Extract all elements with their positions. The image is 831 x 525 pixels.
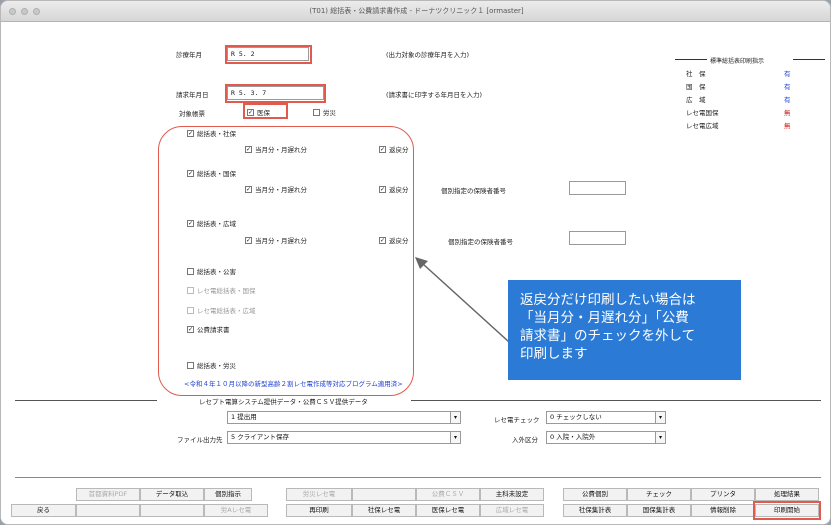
resaden-kokuho-checkbox[interactable]: レセ電総括表・国保 <box>187 285 256 295</box>
kokuho-tougetsu-checkbox[interactable]: ✓ 当月分・月遅れ分 <box>245 184 307 194</box>
panel-row-value: 有 <box>784 83 791 91</box>
resaden-kouiki-checkbox[interactable]: レセ電総括表・広域 <box>187 305 256 315</box>
panel-row-label: レセ電広域 <box>686 122 719 130</box>
window-title: (T01) 総括表・公費請求書作成 - ドーナツクリニック１ [ormaster… <box>309 7 524 15</box>
kouhi-seikyu-checkbox[interactable]: ✓ 公費請求書 <box>187 324 230 334</box>
shaho-resaden-button[interactable]: 社保レセ電 <box>352 504 416 517</box>
fkey-kouhi-kobetsu[interactable]: 公費個別 <box>563 488 627 501</box>
kouiki-henrei-checkbox[interactable]: ✓ 返戻分 <box>379 235 409 245</box>
shinryo-label: 診療年月 <box>176 51 202 59</box>
chevron-down-icon: ▾ <box>655 432 665 443</box>
panel-row-value: 有 <box>784 96 791 104</box>
kouiki-kobetsu-label: 個別指定の保険者番号 <box>448 238 513 246</box>
panel-row-value: 無 <box>784 109 791 117</box>
panel-row-label: 国 保 <box>686 83 706 91</box>
fkey-empty-1[interactable] <box>76 504 140 517</box>
kokuho-shukei-button[interactable]: 国保集計表 <box>627 504 691 517</box>
kokuho-checkbox[interactable]: ✓ 総括表・国保 <box>187 168 236 178</box>
shaho-henrei-checkbox[interactable]: ✓ 返戻分 <box>379 144 409 154</box>
kouiki-tougetsu-checkbox[interactable]: ✓ 当月分・月遅れ分 <box>245 235 307 245</box>
chevron-down-icon: ▾ <box>655 412 665 423</box>
print-instruction-panel: 標準総括表印刷指示 社 保 有 国 保 有 広 域 有 レセ電国保 無 レセ電広… <box>672 54 826 132</box>
chevron-down-icon: ▾ <box>450 432 460 443</box>
fkey-shuka-misettei[interactable]: 主科未設定 <box>480 488 544 501</box>
fkey-rou-a-resaden[interactable]: 労Aレセ電 <box>204 504 268 517</box>
back-button[interactable]: 戻る <box>11 504 76 517</box>
kokuho-kobetsu-label: 個別指定の保険者番号 <box>441 187 506 195</box>
highlight-region <box>158 126 414 396</box>
shaho-checkbox[interactable]: ✓ 総括表・社保 <box>187 128 236 138</box>
app-window: (T01) 総括表・公費請求書作成 - ドーナツクリニック１ [ormaster… <box>0 0 831 525</box>
kougai-checkbox[interactable]: 総括表・公害 <box>187 266 236 276</box>
nyugai-label: 入外区分 <box>512 436 538 444</box>
seikyu-note: (請求書に印字する年月日を入力) <box>386 91 483 99</box>
title-bar: (T01) 総括表・公費請求書作成 - ドーナツクリニック１ [ormaster… <box>1 1 830 22</box>
resaden-check-select[interactable]: 0 チェックしない ▾ <box>546 411 666 424</box>
fkey-printer[interactable]: プリンタ <box>691 488 755 501</box>
highlight-box <box>753 501 821 520</box>
highlight-box <box>225 45 312 64</box>
resaden-check-label: レセ電チェック <box>494 416 540 424</box>
taisho-label: 対象帳票 <box>179 110 205 118</box>
shinryo-note: (出力対象の診療年月を入力) <box>386 51 470 59</box>
shaho-tougetsu-checkbox[interactable]: ✓ 当月分・月遅れ分 <box>245 144 307 154</box>
fkey-empty-2[interactable] <box>140 504 204 517</box>
kouiki-resaden-button[interactable]: 広域レセ電 <box>480 504 544 517</box>
fkey-check[interactable]: チェック <box>627 488 691 501</box>
arrow-icon <box>415 257 510 343</box>
panel-row-label: レセ電国保 <box>686 109 719 117</box>
fkey-kobetsu[interactable]: 個別指示 <box>204 488 252 501</box>
panel-row-value: 無 <box>784 122 791 130</box>
kouiki-checkbox[interactable]: ✓ 総括表・広域 <box>187 218 236 228</box>
fkey-result[interactable]: 処理結果 <box>755 488 819 501</box>
program-notice: <令和４年１０月以降の新型高齢２割レセ電作成等対応プログラム適用済> <box>184 380 403 388</box>
shaho-shukei-button[interactable]: 社保集計表 <box>563 504 627 517</box>
iho-resaden-button[interactable]: 医保レセ電 <box>416 504 480 517</box>
fkey-data-import[interactable]: データ取込 <box>140 488 204 501</box>
panel-row-label: 広 域 <box>686 96 706 104</box>
teishutsu-select[interactable]: 1 提出用 ▾ <box>227 411 461 424</box>
kokuho-hokensha-input[interactable] <box>569 181 626 195</box>
highlight-box <box>243 103 288 119</box>
info-delete-button[interactable]: 情報削除 <box>691 504 755 517</box>
main-content: 診療年月 R 5. 2 (出力対象の診療年月を入力) 請求年月日 R 5. 3.… <box>1 22 830 524</box>
fkey-pdf[interactable]: 首都資料PDF <box>76 488 140 501</box>
seikyu-label: 請求年月日 <box>176 91 209 99</box>
panel-row-label: 社 保 <box>686 70 706 78</box>
file-output-label: ファイル出力先 <box>177 436 223 444</box>
fkey-blank[interactable] <box>352 488 416 501</box>
rousai-checkbox[interactable]: 労災 <box>313 107 336 117</box>
file-output-select[interactable]: 5 クライアント保存 ▾ <box>227 431 461 444</box>
highlight-box <box>225 84 326 103</box>
panel-row-value: 有 <box>784 70 791 78</box>
nyugai-select[interactable]: 0 入院・入院外 ▾ <box>546 431 666 444</box>
rousai-soukatsu-checkbox[interactable]: 総括表・労災 <box>187 360 236 370</box>
instruction-callout: 返戻分だけ印刷したい場合は 「当月分・月遅れ分」「公費 請求書」のチェックを外し… <box>508 280 741 380</box>
fkey-kouhi-csv[interactable]: 公費ＣＳＶ <box>416 488 480 501</box>
reprint-button[interactable]: 再印刷 <box>286 504 352 517</box>
chevron-down-icon: ▾ <box>450 412 460 423</box>
fkey-rousai-resaden[interactable]: 労災レセ電 <box>286 488 352 501</box>
kouiki-hokensha-input[interactable] <box>569 231 626 245</box>
csv-header: レセプト電算システム提供データ・公費ＣＳＶ提供データ <box>199 398 368 406</box>
kokuho-henrei-checkbox[interactable]: ✓ 返戻分 <box>379 184 409 194</box>
panel-title: 標準総括表印刷指示 <box>710 58 765 65</box>
